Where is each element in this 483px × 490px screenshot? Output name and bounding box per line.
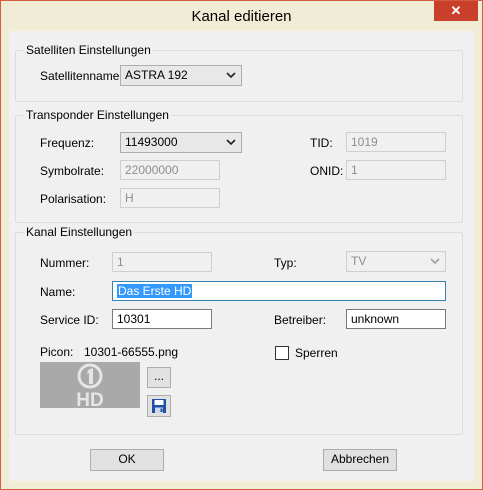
satellite-name-label: Satellitenname: xyxy=(40,69,123,83)
symbolrate-field: 22000000 xyxy=(120,160,220,180)
channel-group-legend: Kanal Einstellungen xyxy=(24,225,135,239)
satellite-name-value: ASTRA 192 xyxy=(125,68,188,82)
operator-input[interactable]: unknown xyxy=(346,309,446,329)
das-erste-hd-logo: HD xyxy=(76,363,104,411)
close-button[interactable]: ✕ xyxy=(434,1,478,21)
name-value: Das Erste HD xyxy=(117,284,193,298)
floppy-disk-icon xyxy=(152,399,166,413)
type-label: Typ: xyxy=(274,256,297,270)
picon-label: Picon: xyxy=(40,345,74,359)
chevron-down-icon xyxy=(430,258,440,265)
satellite-group-legend: Satelliten Einstellungen xyxy=(24,43,153,57)
save-picon-button[interactable] xyxy=(147,395,171,417)
frequency-value: 11493000 xyxy=(125,135,178,149)
service-id-input[interactable]: 10301 xyxy=(112,309,212,329)
frequency-dropdown[interactable]: 11493000 xyxy=(120,132,242,153)
tid-label: TID: xyxy=(310,136,333,150)
transponder-group: Transponder Einstellungen Frequenz: 1149… xyxy=(15,108,463,223)
type-dropdown: TV xyxy=(346,251,446,272)
picon-filename: 10301-66555.png xyxy=(84,345,179,359)
name-input[interactable]: Das Erste HD xyxy=(112,281,446,301)
title-bar[interactable]: Kanal editieren ✕ xyxy=(1,1,482,31)
onid-field: 1 xyxy=(346,160,446,180)
polarisation-label: Polarisation: xyxy=(40,192,107,206)
polarisation-field: H xyxy=(120,188,220,208)
chevron-down-icon xyxy=(226,139,236,146)
lock-label: Sperren xyxy=(295,346,338,360)
type-value: TV xyxy=(351,254,367,268)
satellite-name-dropdown[interactable]: ASTRA 192 xyxy=(120,65,242,86)
name-label: Name: xyxy=(40,285,76,299)
ok-button[interactable]: OK xyxy=(90,449,164,471)
channel-group: Kanal Einstellungen Nummer: 1 Typ: TV Na… xyxy=(15,225,463,435)
chevron-down-icon xyxy=(226,72,236,79)
service-id-label: Service ID: xyxy=(40,313,99,327)
symbolrate-label: Symbolrate: xyxy=(40,164,105,178)
transponder-group-legend: Transponder Einstellungen xyxy=(24,108,171,122)
number-field: 1 xyxy=(112,252,212,272)
frequency-label: Frequenz: xyxy=(40,136,95,150)
cancel-button[interactable]: Abbrechen xyxy=(323,449,397,471)
browse-picon-button[interactable]: ... xyxy=(147,367,171,388)
operator-label: Betreiber: xyxy=(274,313,327,327)
picon-image: HD xyxy=(40,362,140,411)
tid-field: 1019 xyxy=(346,132,446,152)
dialog-body: Satelliten Einstellungen Satellitenname:… xyxy=(9,31,474,481)
number-label: Nummer: xyxy=(40,256,90,270)
window-title: Kanal editieren xyxy=(191,8,292,25)
lock-checkbox[interactable] xyxy=(275,346,289,360)
logo-text: HD xyxy=(76,390,103,408)
satellite-group: Satelliten Einstellungen Satellitenname:… xyxy=(15,43,463,102)
onid-label: ONID: xyxy=(310,164,344,178)
dialog-window: Kanal editieren ✕ Satelliten Einstellung… xyxy=(0,0,483,490)
